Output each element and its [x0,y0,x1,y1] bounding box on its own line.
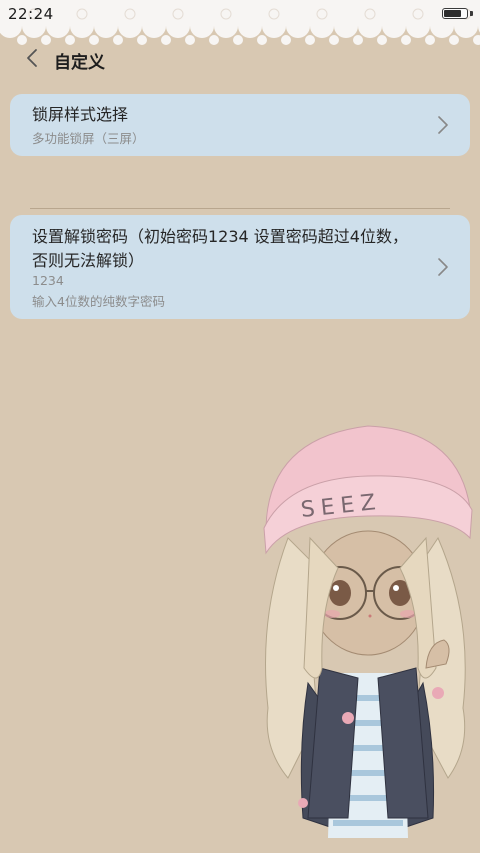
header: 自定义 [0,40,480,76]
setting-title: 设置解锁密码（初始密码1234 设置密码超过4位数，否则无法解锁） [32,227,408,270]
setting-title: 锁屏样式选择 [32,105,129,124]
status-time: 22:24 [8,5,54,23]
chevron-right-icon [438,258,448,276]
unlock-password-setting[interactable]: 设置解锁密码（初始密码1234 设置密码超过4位数，否则无法解锁） 1234 输… [10,215,470,319]
chevron-left-icon [27,49,37,67]
battery-level [444,10,462,17]
girl-illustration: SEEZ [263,425,473,838]
section-divider [30,208,450,209]
battery-tip [470,11,473,16]
chevron-right-icon [438,116,448,134]
setting-value: 1234 [32,273,64,288]
setting-subtitle: 多功能锁屏（三屏） [32,131,145,146]
back-button[interactable] [18,44,46,72]
battery-icon [442,8,468,19]
status-bar: 22:24 [0,0,480,28]
lockscreen-style-setting[interactable]: 锁屏样式选择 多功能锁屏（三屏） [10,94,470,156]
page-title: 自定义 [54,53,105,73]
setting-subtitle: 输入4位数的纯数字密码 [32,294,165,309]
